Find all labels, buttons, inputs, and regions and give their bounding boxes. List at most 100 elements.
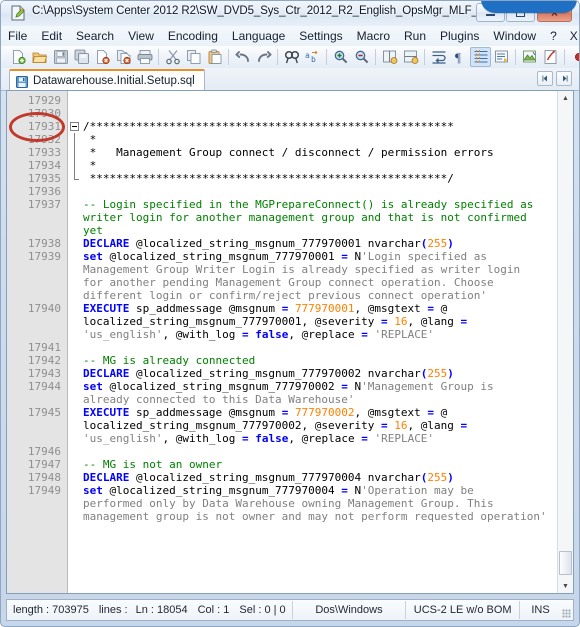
code-token-blk: , @msgtext — [354, 406, 428, 419]
menu-item-search[interactable]: Search — [69, 27, 121, 46]
toolbar-print-button[interactable] — [134, 47, 155, 67]
menu-item-view[interactable]: View — [121, 27, 161, 46]
code-line: * — [83, 159, 97, 172]
code-line-wrapped: performed only by Data Warehouse owning … — [83, 497, 494, 510]
toolbar-cut-button[interactable] — [162, 47, 183, 67]
line-number: 17936 — [27, 185, 61, 198]
code-token-num: 777970002 — [294, 406, 355, 419]
scrollbar-thumb[interactable] — [559, 551, 572, 575]
tab-scroll-left-button[interactable] — [537, 71, 553, 86]
code-token-kw: DECLARE — [83, 237, 130, 250]
doc-map-icon — [522, 50, 536, 63]
toolbar-word-wrap-button[interactable] — [428, 47, 449, 67]
code-line: * Management Group connect / disconnect … — [83, 146, 494, 159]
fold-margin[interactable] — [68, 91, 82, 593]
status-ln: Ln : 18054 — [135, 604, 188, 616]
menu-item-plugins[interactable]: Plugins — [433, 27, 486, 46]
resize-grip[interactable] — [561, 600, 573, 620]
code-token-kw: false — [255, 432, 289, 445]
menu-item-encoding[interactable]: Encoding — [161, 27, 225, 46]
status-encoding[interactable]: UCS-2 LE w/o BOM — [406, 600, 519, 620]
toolbar-replace-button[interactable]: ab — [302, 47, 323, 67]
code-line: ****************************************… — [83, 172, 454, 185]
status-eol-format[interactable]: Dos\Windows — [293, 600, 406, 620]
line-number: 17941 — [27, 341, 61, 354]
toolbar-zoom-out-button[interactable] — [351, 47, 372, 67]
toolbar-sync-vertical-button[interactable] — [379, 47, 400, 67]
toolbar-close-all-button[interactable] — [113, 47, 134, 67]
line-number: 17938 — [27, 237, 61, 250]
code-token-blk: , @with_log — [162, 432, 242, 445]
close-document-button[interactable]: X — [564, 27, 579, 45]
code-token-cmt: writer login for another management grou… — [83, 211, 527, 224]
code-token-blk: * — [83, 159, 97, 172]
code-text-area[interactable]: /***************************************… — [83, 91, 556, 593]
code-token-blk: ****************************************… — [83, 172, 454, 185]
toolbar-paste-button[interactable] — [204, 47, 225, 67]
tab-datawarehouse-initial-setup-sql[interactable]: Datawarehouse.Initial.Setup.sql — [9, 69, 205, 90]
code-line: * — [83, 133, 97, 146]
word-wrap-icon — [432, 51, 446, 64]
code-token-str: 'Login specified as — [361, 250, 488, 263]
toolbar-indent-guide-button[interactable] — [470, 47, 491, 67]
toolbar-undo-button[interactable] — [232, 47, 253, 67]
code-token-num: 777970001 — [294, 302, 355, 315]
toolbar-sync-horizontal-button[interactable] — [400, 47, 421, 67]
status-lines: lines : — [98, 604, 128, 616]
editor-vertical-scrollbar[interactable]: ▲ ▼ — [557, 91, 573, 593]
scroll-up-arrow-icon[interactable]: ▲ — [558, 91, 573, 105]
code-line-wrapped: 'us_english', @with_log = false, @replac… — [83, 328, 434, 341]
code-token-str: different login or confirm/reject previo… — [83, 289, 487, 302]
save-icon — [16, 75, 28, 88]
toolbar-find-button[interactable] — [281, 47, 302, 67]
line-number: 17931 — [27, 120, 61, 133]
toolbar-show-all-chars-button[interactable]: ¶ — [449, 47, 470, 67]
menu-item-edit[interactable]: Edit — [34, 27, 69, 46]
toolbar-separator — [515, 49, 516, 65]
code-token-blk — [288, 406, 295, 419]
fold-collapse-icon[interactable] — [70, 122, 79, 131]
code-token-kw: set — [83, 250, 103, 263]
code-token-blk: , @replace — [288, 328, 362, 341]
menu-item-run[interactable]: Run — [397, 27, 433, 46]
code-token-op: = — [381, 419, 388, 432]
toolbar-save-all-button[interactable] — [71, 47, 92, 67]
toolbar-redo-button[interactable] — [253, 47, 274, 67]
toolbar-show-udl-dialog-button[interactable] — [491, 47, 512, 67]
fold-line — [74, 146, 75, 159]
code-token-str: Management Group Writer Login is already… — [83, 263, 521, 276]
toolbar-copy-button[interactable] — [183, 47, 204, 67]
menu-item-file[interactable]: File — [1, 27, 34, 46]
toolbar-close-file-button[interactable] — [92, 47, 113, 67]
tab-scroll-right-button[interactable] — [556, 71, 572, 86]
status-insert-mode[interactable]: INS — [520, 600, 561, 620]
fold-line — [74, 159, 75, 172]
code-line: DECLARE @localized_string_msgnum_7779700… — [83, 367, 454, 380]
function-list-icon — [544, 50, 556, 64]
code-editor[interactable]: 17929 17930 17931 17932 17933 17934 17935 17936… — [6, 90, 574, 594]
toolbar-separator — [564, 49, 565, 65]
code-token-blk: @localized_string_msgnum_777970001 nvarc… — [129, 237, 421, 250]
toolbar-function-list-button[interactable] — [540, 47, 561, 67]
menu-item-macro[interactable]: Macro — [350, 27, 397, 46]
scroll-down-arrow-icon[interactable]: ▼ — [558, 579, 573, 593]
toolbar-save-file-button[interactable] — [50, 47, 71, 67]
toolbar-doc-map-button[interactable] — [519, 47, 540, 67]
menu-item-help[interactable]: ? — [543, 27, 564, 46]
menu-item-window[interactable]: Window — [486, 27, 543, 46]
menu-item-settings[interactable]: Settings — [292, 27, 349, 46]
code-token-kw: EXECUTE — [83, 406, 130, 419]
code-token-str: 'REPLACE' — [374, 432, 435, 445]
toolbar-record-macro-button[interactable] — [568, 47, 579, 67]
toolbar-open-file-button[interactable] — [29, 47, 50, 67]
code-token-str: 'Management Group is — [361, 380, 494, 393]
code-token-str: 'us_english' — [83, 328, 163, 341]
code-token-op: = — [361, 432, 368, 445]
toolbar-new-file-button[interactable] — [8, 47, 29, 67]
code-token-blk: @ — [434, 406, 448, 419]
toolbar-zoom-in-button[interactable] — [330, 47, 351, 67]
copy-icon — [186, 50, 200, 64]
line-number: 17930 — [27, 107, 61, 120]
menu-item-language[interactable]: Language — [225, 27, 292, 46]
code-token-op: = — [341, 484, 348, 497]
